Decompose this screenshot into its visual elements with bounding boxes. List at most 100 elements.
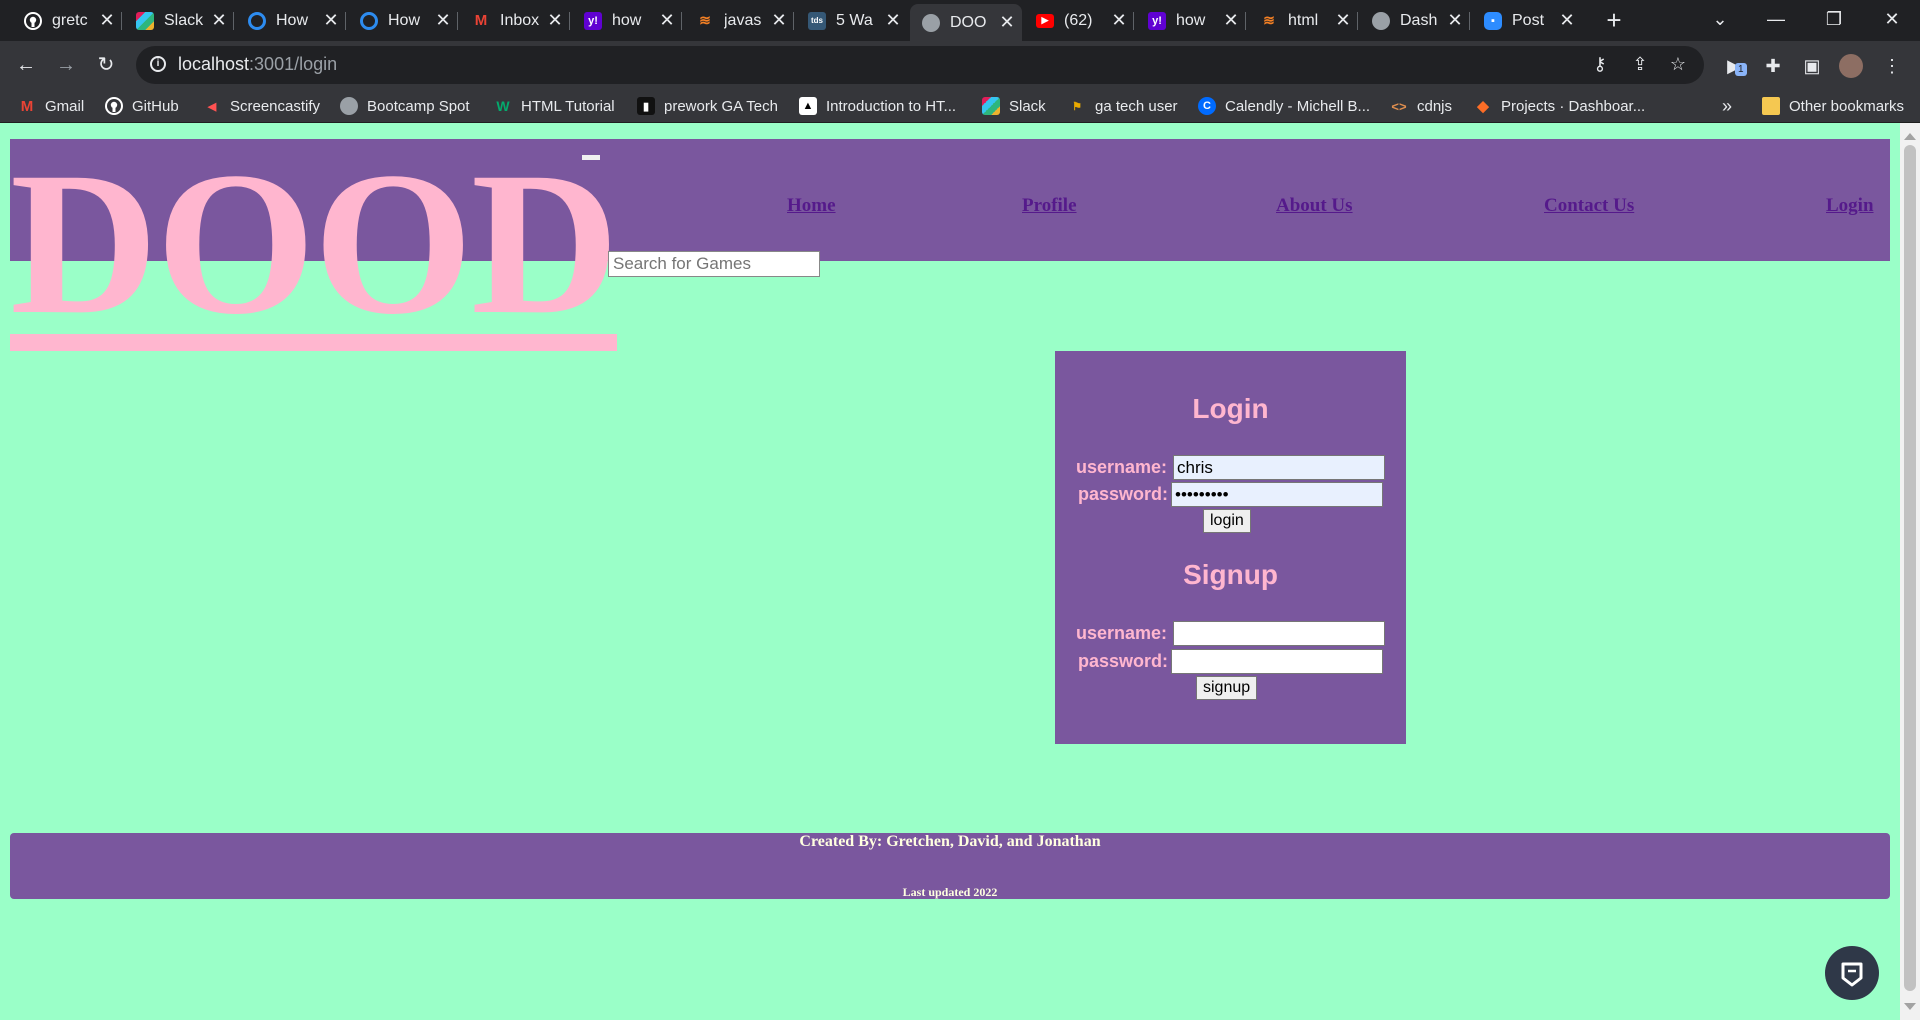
browser-tab[interactable]: y! how ✕	[1136, 4, 1246, 37]
close-tab-icon[interactable]: ✕	[540, 10, 570, 31]
tds-icon: tds	[808, 11, 826, 30]
profile-avatar[interactable]	[1839, 54, 1863, 78]
bookmark-item[interactable]: ◆ Projects · Dashboar...	[1474, 95, 1645, 117]
bookmark-item[interactable]: <> cdnjs	[1390, 95, 1452, 117]
tab-separator	[121, 12, 122, 30]
tab-title: html	[1288, 11, 1319, 29]
side-panel-icon[interactable]: ▣	[1799, 53, 1825, 79]
browser-tab[interactable]: tds 5 Wa ✕	[796, 4, 908, 37]
close-tab-icon[interactable]: ✕	[992, 12, 1022, 33]
tab-separator	[1245, 12, 1246, 30]
footer-last-updated: Last updated 2022	[902, 885, 998, 899]
login-username-label: username:	[1076, 457, 1168, 477]
close-tab-icon[interactable]: ✕	[204, 10, 234, 31]
signup-password-input[interactable]	[1171, 649, 1383, 674]
share-icon[interactable]: ⇪	[1628, 54, 1652, 76]
nav-link-contact-us[interactable]: Contact Us	[1544, 195, 1634, 217]
bookmark-item[interactable]: Slack	[982, 95, 1046, 117]
header-toggle-tab[interactable]	[582, 155, 600, 160]
zoom-icon: ▪	[1484, 11, 1502, 30]
browser-tab[interactable]: ▪ Post ✕	[1472, 4, 1582, 37]
restore-window-button[interactable]: ❐	[1806, 0, 1862, 41]
game-search-input[interactable]	[608, 251, 820, 277]
browser-tab-active[interactable]: DOO ✕	[910, 4, 1022, 41]
new-tab-button[interactable]: +	[1598, 4, 1630, 36]
stackoverflow-icon: ≋	[1263, 12, 1275, 28]
browser-tab[interactable]: ▶ (62) ✕	[1024, 4, 1134, 37]
bookmark-item[interactable]: Bootcamp Spot	[340, 95, 470, 117]
signup-button[interactable]: signup	[1196, 676, 1258, 700]
reload-icon[interactable]: ↻	[90, 49, 122, 81]
search-icon	[584, 252, 598, 266]
help-chat-button[interactable]	[1825, 946, 1879, 1000]
signup-title: Signup	[1183, 559, 1278, 590]
browser-tab[interactable]: How ✕	[348, 4, 458, 37]
close-tab-icon[interactable]: ✕	[92, 10, 122, 31]
site-footer: Created By: Gretchen, David, and Jonatha…	[10, 833, 1890, 899]
bookmark-item[interactable]: M Gmail	[18, 95, 84, 117]
browser-tab[interactable]: Dash ✕	[1360, 4, 1470, 37]
close-tab-icon[interactable]: ✕	[764, 10, 794, 31]
bookmark-item[interactable]: W HTML Tutorial	[494, 95, 614, 117]
bookmarks-overflow-button[interactable]: »	[1722, 95, 1732, 117]
address-bar[interactable]: i localhost:3001/login ⚷ ⇪ ☆	[136, 46, 1704, 84]
tab-separator	[457, 12, 458, 30]
bookmark-item[interactable]: ▲ Introduction to HT...	[799, 95, 956, 117]
tab-title: Slack	[164, 11, 204, 29]
close-tab-icon[interactable]: ✕	[1216, 10, 1246, 31]
browser-tab[interactable]: y! how ✕	[572, 4, 682, 37]
browser-tab[interactable]: Slack ✕	[124, 4, 234, 37]
auth-panel: Login username: password: login Signup u…	[1055, 351, 1406, 744]
site-info-icon[interactable]: i	[150, 56, 166, 72]
signup-username-label: username:	[1076, 623, 1168, 643]
minimize-window-button[interactable]: —	[1748, 0, 1804, 41]
close-tab-icon[interactable]: ✕	[1440, 10, 1470, 31]
tab-search-chevron-icon[interactable]: ⌄	[1692, 0, 1748, 41]
scroll-down-arrow-icon[interactable]	[1904, 1003, 1916, 1010]
bookmark-item[interactable]: ▮ prework GA Tech	[637, 95, 778, 117]
nav-link-about-us[interactable]: About Us	[1276, 195, 1353, 217]
close-tab-icon[interactable]: ✕	[316, 10, 346, 31]
browser-tab[interactable]: ≋ javas ✕	[684, 4, 794, 37]
page-scrollbar[interactable]	[1900, 123, 1920, 1020]
tab-title: how	[1176, 11, 1206, 29]
close-tab-icon[interactable]: ✕	[1328, 10, 1358, 31]
screencastify-icon: ◀	[207, 100, 217, 113]
bookmark-item[interactable]: ◀ Screencastify	[203, 95, 320, 117]
signup-username-input[interactable]	[1173, 621, 1385, 646]
tab-separator	[1469, 12, 1470, 30]
back-arrow-icon[interactable]: ←	[10, 49, 42, 81]
close-tab-icon[interactable]: ✕	[428, 10, 458, 31]
bookmark-item[interactable]: C Calendly - Michell B...	[1198, 95, 1370, 117]
other-bookmarks-label: Other bookmarks	[1789, 97, 1905, 115]
login-username-input[interactable]	[1173, 455, 1385, 480]
browser-tab[interactable]: How ✕	[236, 4, 346, 37]
close-window-button[interactable]: ✕	[1864, 0, 1920, 41]
login-button[interactable]: login	[1203, 509, 1251, 533]
close-tab-icon[interactable]: ✕	[1552, 10, 1582, 31]
extension-badge-icon[interactable]: ▶ 1	[1721, 53, 1747, 79]
github-icon	[24, 11, 42, 30]
address-url[interactable]: localhost:3001/login	[178, 54, 337, 75]
site-logo-link[interactable]: DOOD	[10, 141, 619, 346]
browser-tab[interactable]: gretc ✕	[12, 4, 122, 37]
scrollbar-thumb[interactable]	[1904, 145, 1916, 991]
nav-link-profile[interactable]: Profile	[1022, 195, 1077, 217]
close-tab-icon[interactable]: ✕	[878, 10, 908, 31]
scroll-up-arrow-icon[interactable]	[1904, 133, 1916, 140]
menu-kebab-icon[interactable]: ⋮	[1879, 53, 1905, 79]
other-bookmarks-folder[interactable]: Other bookmarks	[1762, 95, 1904, 117]
bookmark-star-icon[interactable]: ☆	[1666, 54, 1690, 76]
close-tab-icon[interactable]: ✕	[1104, 10, 1134, 31]
browser-tab[interactable]: ≋ html ✕	[1248, 4, 1358, 37]
nav-link-login[interactable]: Login	[1826, 195, 1874, 217]
forward-arrow-icon[interactable]: →	[50, 49, 82, 81]
browser-tab[interactable]: M Inbox ✕	[460, 4, 570, 37]
login-password-input[interactable]	[1171, 482, 1383, 507]
nav-link-home[interactable]: Home	[787, 195, 836, 217]
close-tab-icon[interactable]: ✕	[652, 10, 682, 31]
bookmark-item[interactable]: ⚑ ga tech user	[1068, 95, 1178, 117]
key-icon[interactable]: ⚷	[1588, 54, 1612, 76]
extensions-puzzle-icon[interactable]: ✚	[1760, 53, 1786, 79]
bookmark-item[interactable]: GitHub	[105, 95, 179, 117]
